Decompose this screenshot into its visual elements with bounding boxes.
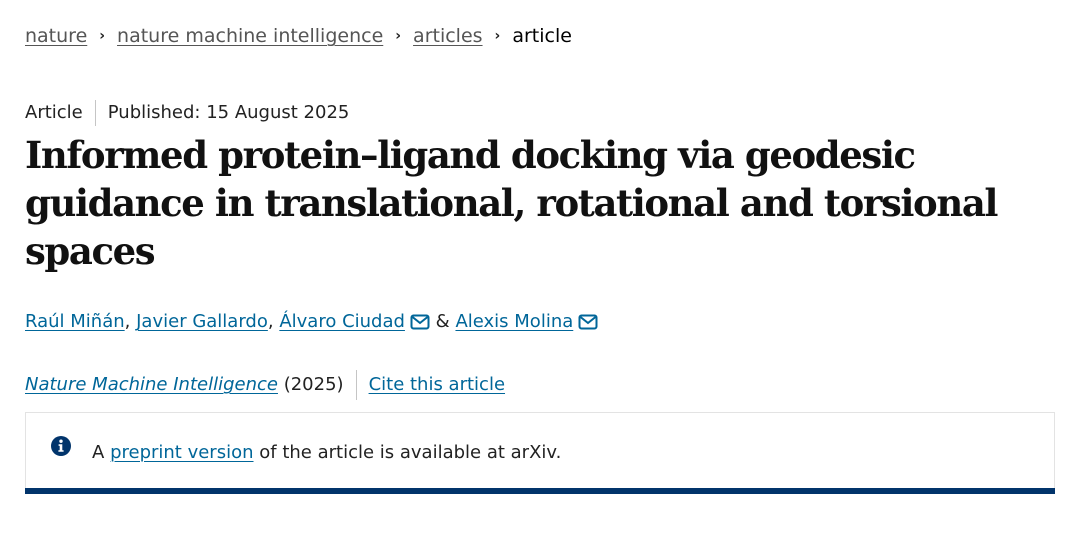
notice-text: A preprint version of the article is ava…	[92, 440, 561, 466]
breadcrumb-separator: ›	[395, 28, 402, 44]
info-icon	[51, 436, 71, 456]
mail-icon[interactable]	[578, 314, 598, 330]
breadcrumb-separator: ›	[99, 28, 106, 44]
author-separator: ,	[124, 311, 131, 332]
citation-divider	[355, 370, 357, 400]
breadcrumb-link-journal[interactable]: nature machine intelligence	[117, 23, 383, 49]
publication-year: (2025)	[283, 374, 344, 395]
breadcrumb-separator: ›	[494, 28, 501, 44]
notice-suffix: of the article is available at arXiv.	[259, 442, 562, 463]
breadcrumb-link-articles[interactable]: articles	[413, 23, 483, 49]
breadcrumb: nature › nature machine intelligence › a…	[25, 23, 572, 49]
author-link[interactable]: Javier Gallardo	[136, 308, 268, 336]
preprint-link[interactable]: preprint version	[110, 442, 253, 463]
citation-line: Nature Machine Intelligence (2025) Cite …	[25, 370, 505, 400]
journal-link[interactable]: Nature Machine Intelligence	[25, 371, 278, 399]
authors-joiner: &	[435, 311, 450, 332]
notice-accent-bar	[25, 488, 1055, 494]
author-separator: ,	[267, 311, 274, 332]
author-list: Raúl Miñán , Javier Gallardo , Álvaro Ci…	[25, 308, 598, 336]
article-title: Informed protein–ligand docking via geod…	[25, 133, 998, 273]
article-type: Article	[25, 102, 83, 123]
notice-prefix: A	[92, 442, 105, 463]
preprint-notice: A preprint version of the article is ava…	[25, 412, 1055, 494]
author-link[interactable]: Álvaro Ciudad	[279, 308, 405, 336]
mail-icon[interactable]	[410, 314, 430, 330]
author-link[interactable]: Alexis Molina	[455, 308, 573, 336]
published-date: Published: 15 August 2025	[107, 102, 350, 123]
meta-divider	[94, 100, 96, 126]
breadcrumb-link-nature[interactable]: nature	[25, 23, 87, 49]
article-meta: Article Published: 15 August 2025	[25, 100, 349, 126]
author-link[interactable]: Raúl Miñán	[25, 308, 125, 336]
breadcrumb-current: article	[512, 25, 572, 47]
article-page: nature › nature machine intelligence › a…	[0, 0, 1080, 536]
cite-article-link[interactable]: Cite this article	[369, 371, 505, 399]
